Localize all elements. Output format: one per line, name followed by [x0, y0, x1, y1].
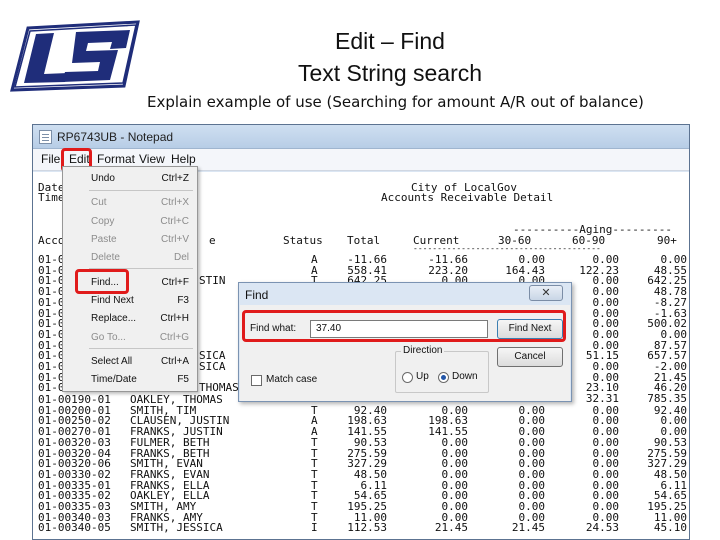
window-title: RP6743UB - Notepad	[57, 130, 174, 144]
row-d90: 785.35	[647, 392, 687, 406]
menu-file[interactable]: File	[41, 152, 60, 166]
direction-label: Direction	[401, 345, 445, 356]
report-subtitle: Accounts Receivable Detail	[381, 191, 554, 204]
name-fragment: STIN	[199, 274, 226, 288]
direction-group: Direction Up Down	[395, 345, 489, 393]
row-d60: 24.53	[585, 521, 619, 535]
account-fragment: 01-0	[38, 381, 65, 395]
name-fragment: THOMAS	[199, 381, 239, 395]
menu-item-select-all[interactable]: Select All Ctrl+A	[91, 356, 193, 367]
column-status: Status	[283, 234, 323, 247]
row-d60: 32.31	[585, 392, 619, 406]
menu-item-replace[interactable]: Replace... Ctrl+H	[91, 313, 193, 324]
cancel-button[interactable]: Cancel	[497, 347, 563, 367]
dialog-title: Find	[245, 288, 269, 302]
time-label: Time	[38, 191, 65, 204]
menu-format[interactable]: Format	[97, 152, 135, 166]
title-bar[interactable]: RP6743UB - Notepad	[33, 125, 689, 149]
row-current: 21.45	[434, 521, 468, 535]
close-icon[interactable]: ✕	[529, 285, 563, 301]
row-account: 01-00340-05	[38, 521, 111, 535]
row-d30: 21.45	[511, 521, 545, 535]
notepad-icon	[39, 130, 52, 144]
column-90-plus: 90+	[657, 234, 677, 247]
column-total: Total	[347, 234, 381, 247]
logo	[10, 20, 140, 92]
slide-title-line2: Text String search	[297, 60, 483, 86]
menu-view[interactable]: View	[139, 152, 165, 166]
find-highlight	[75, 269, 129, 294]
row-status: I	[311, 521, 318, 535]
menu-item-undo[interactable]: Undo Ctrl+Z	[91, 173, 193, 184]
direction-down-label: Down	[452, 371, 478, 382]
column-account: Acco	[38, 234, 65, 247]
menu-help[interactable]: Help	[171, 152, 196, 166]
menu-item-find-next[interactable]: Find Next F3	[91, 295, 193, 306]
direction-up-radio[interactable]	[402, 372, 413, 383]
menu-item-copy[interactable]: Copy Ctrl+C	[91, 216, 193, 227]
column-name: e	[209, 234, 216, 247]
menu-item-time-date[interactable]: Time/Date F5	[91, 374, 193, 385]
name-fragment: SICA	[199, 360, 226, 373]
menu-item-go-to[interactable]: Go To... Ctrl+G	[91, 332, 193, 343]
match-case-checkbox[interactable]	[251, 375, 262, 386]
find-what-highlight	[242, 310, 566, 342]
menu-item-cut[interactable]: Cut Ctrl+X	[91, 197, 193, 208]
direction-down-radio[interactable]	[438, 372, 449, 383]
menu-separator	[89, 348, 193, 349]
menu-item-delete[interactable]: Delete Del	[91, 252, 193, 263]
direction-up-label: Up	[416, 371, 429, 382]
slide-title: Edit – Find	[335, 28, 445, 54]
menu-item-paste[interactable]: Paste Ctrl+V	[91, 234, 193, 245]
match-case-label: Match case	[266, 374, 318, 385]
slide-subtitle: Explain example of use (Searching for am…	[147, 93, 644, 111]
row-total: 112.53	[347, 521, 387, 535]
row-name: SMITH, JESSICA	[130, 521, 223, 535]
find-dialog: Find ✕ Find what: 37.40 Find Next Cancel…	[238, 282, 572, 402]
row-d90: 45.10	[653, 521, 687, 535]
menu-separator	[89, 190, 193, 191]
